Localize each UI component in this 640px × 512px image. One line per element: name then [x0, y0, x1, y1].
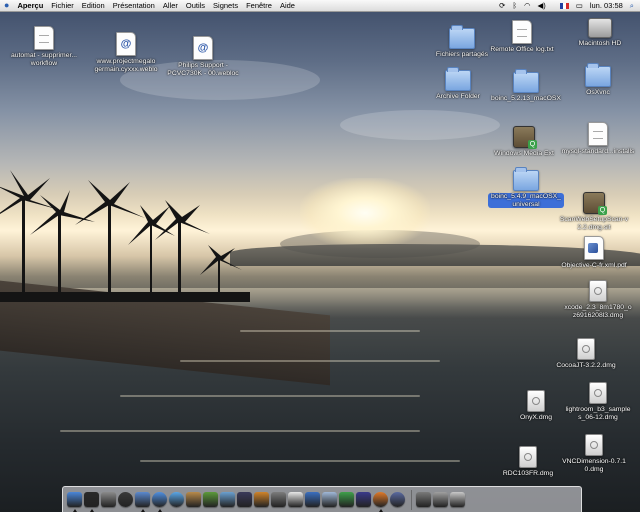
- volume-icon[interactable]: ◀): [537, 0, 545, 11]
- dvd-player-icon[interactable]: [118, 492, 133, 507]
- application-icon: [513, 126, 537, 149]
- bluetooth-icon[interactable]: ᛒ: [512, 0, 517, 11]
- application-icon: [583, 192, 607, 215]
- disk-image-icon: [577, 338, 595, 360]
- preview-icon[interactable]: [135, 492, 150, 512]
- dock: [62, 486, 582, 512]
- desktop-icon-automator-workflow[interactable]: automat - supprimer... workflow: [6, 26, 82, 67]
- boinc-icon[interactable]: [390, 492, 405, 507]
- language-flag-icon[interactable]: [553, 0, 569, 11]
- menu-presentation[interactable]: Présentation: [113, 0, 155, 11]
- terminal-icon[interactable]: [84, 492, 99, 512]
- desktop-icon-rdc-dmg[interactable]: RDC103FR.dmg: [490, 446, 566, 478]
- document-icon: [34, 26, 54, 50]
- pdf-icon: [584, 236, 604, 260]
- document-icon: [588, 122, 608, 146]
- iphoto-icon[interactable]: [220, 492, 235, 507]
- ical-icon[interactable]: [288, 492, 303, 507]
- mail-icon[interactable]: [322, 492, 337, 507]
- desktop-icon-macintosh-hd[interactable]: Macintosh HD: [562, 18, 638, 48]
- ichat-av-icon[interactable]: [339, 492, 354, 507]
- battery-icon[interactable]: ▭: [576, 0, 583, 11]
- desktop-icon-lightroom-dmg[interactable]: lightroom_b3_sample s_06-12.dmg: [560, 382, 636, 421]
- finder-icon[interactable]: [67, 492, 82, 512]
- quicktime-icon[interactable]: [305, 492, 320, 507]
- safari-icon[interactable]: [152, 492, 167, 512]
- folder-icon: [445, 67, 471, 91]
- menu-edition[interactable]: Edition: [82, 0, 105, 11]
- folder-icon: [513, 69, 539, 93]
- menu-aller[interactable]: Aller: [163, 0, 178, 11]
- document-icon: [512, 20, 532, 44]
- desktop-icon-scanweb[interactable]: ScanWebSetupScan-v 2.2.dmg.sit: [556, 192, 632, 231]
- webloc-icon: @: [116, 32, 136, 56]
- disk-utility-icon[interactable]: [416, 492, 431, 507]
- itunes-icon[interactable]: [203, 492, 218, 507]
- garageband-icon[interactable]: [254, 492, 269, 507]
- folder-icon: [449, 25, 475, 49]
- desktop-icon-xcode-dmg[interactable]: xcode_2.3_8m1780_o z6916208l3.dmg: [560, 280, 636, 319]
- desktop-icon-webloc-projectmegalo[interactable]: @ www.projectmegalo germain.cyxxx.weblo: [88, 32, 164, 73]
- menu-fichier[interactable]: Fichier: [51, 0, 74, 11]
- sync-icon[interactable]: ⟳: [499, 0, 505, 11]
- desktop-icon-boinc-5-2-13[interactable]: boinc_5.2.13_macOSX: [488, 69, 564, 103]
- firefox-icon[interactable]: [373, 492, 388, 512]
- apple-menu-icon[interactable]: ●: [4, 0, 9, 11]
- imovie-icon[interactable]: [237, 492, 252, 507]
- disk-image-icon: [527, 390, 545, 412]
- network-icon[interactable]: [433, 492, 448, 507]
- menu-aide[interactable]: Aide: [280, 0, 295, 11]
- disk-image-icon: [585, 434, 603, 456]
- hard-disk-icon: [588, 18, 612, 38]
- webloc-icon: @: [193, 36, 213, 60]
- folder-icon: [513, 167, 539, 191]
- xcode-icon[interactable]: [356, 492, 371, 507]
- desktop-icon-cocoajt-dmg[interactable]: CocoaJT-3.2.2.dmg: [548, 338, 624, 370]
- istudio-icon[interactable]: [271, 492, 286, 507]
- desktop-icon-osxvnc[interactable]: OsXvnc: [560, 63, 636, 97]
- address-book-icon[interactable]: [186, 492, 201, 507]
- disk-image-icon: [519, 446, 537, 468]
- desktop-icon-vncdimension-dmg[interactable]: VNCDimension-0.7.1 0.dmg: [556, 434, 632, 473]
- disk-image-icon: [589, 280, 607, 302]
- menu-outils[interactable]: Outils: [186, 0, 205, 11]
- desktop-icon-remote-office-log[interactable]: Remote Office log.txt: [484, 20, 560, 54]
- system-preferences-icon[interactable]: [101, 492, 116, 507]
- menu-signets[interactable]: Signets: [213, 0, 238, 11]
- desktop-icon-boinc-5-4-9[interactable]: boinc_5.4.9_macOSX_universal: [488, 167, 564, 208]
- ichat-icon[interactable]: [169, 492, 184, 507]
- spotlight-icon[interactable]: ⌕: [630, 0, 634, 11]
- menu-fenetre[interactable]: Fenêtre: [246, 0, 272, 11]
- menu-bar: ● Aperçu Fichier Edition Présentation Al…: [0, 0, 640, 12]
- trash-icon[interactable]: [450, 492, 465, 507]
- disk-image-icon: [589, 382, 607, 404]
- folder-icon: [585, 63, 611, 87]
- wifi-icon[interactable]: ◠: [524, 0, 531, 11]
- desktop-icon-mysql[interactable]: mysql-standard...installs: [560, 122, 636, 156]
- desktop-icon-windows-media[interactable]: Windows Media Ext: [486, 126, 562, 158]
- desktop-icon-archive-folder[interactable]: Archive Folder: [420, 67, 496, 101]
- desktop-icon-webloc-philips[interactable]: @ Philips Support - PCVC730K - 00.webloc: [165, 36, 241, 77]
- menu-clock[interactable]: lun. 03:58: [590, 0, 623, 11]
- app-menu[interactable]: Aperçu: [17, 0, 43, 11]
- dock-separator: [411, 489, 412, 510]
- desktop-icon-objective-c-pdf[interactable]: Objective-C-fr.xml.pdf: [556, 236, 632, 270]
